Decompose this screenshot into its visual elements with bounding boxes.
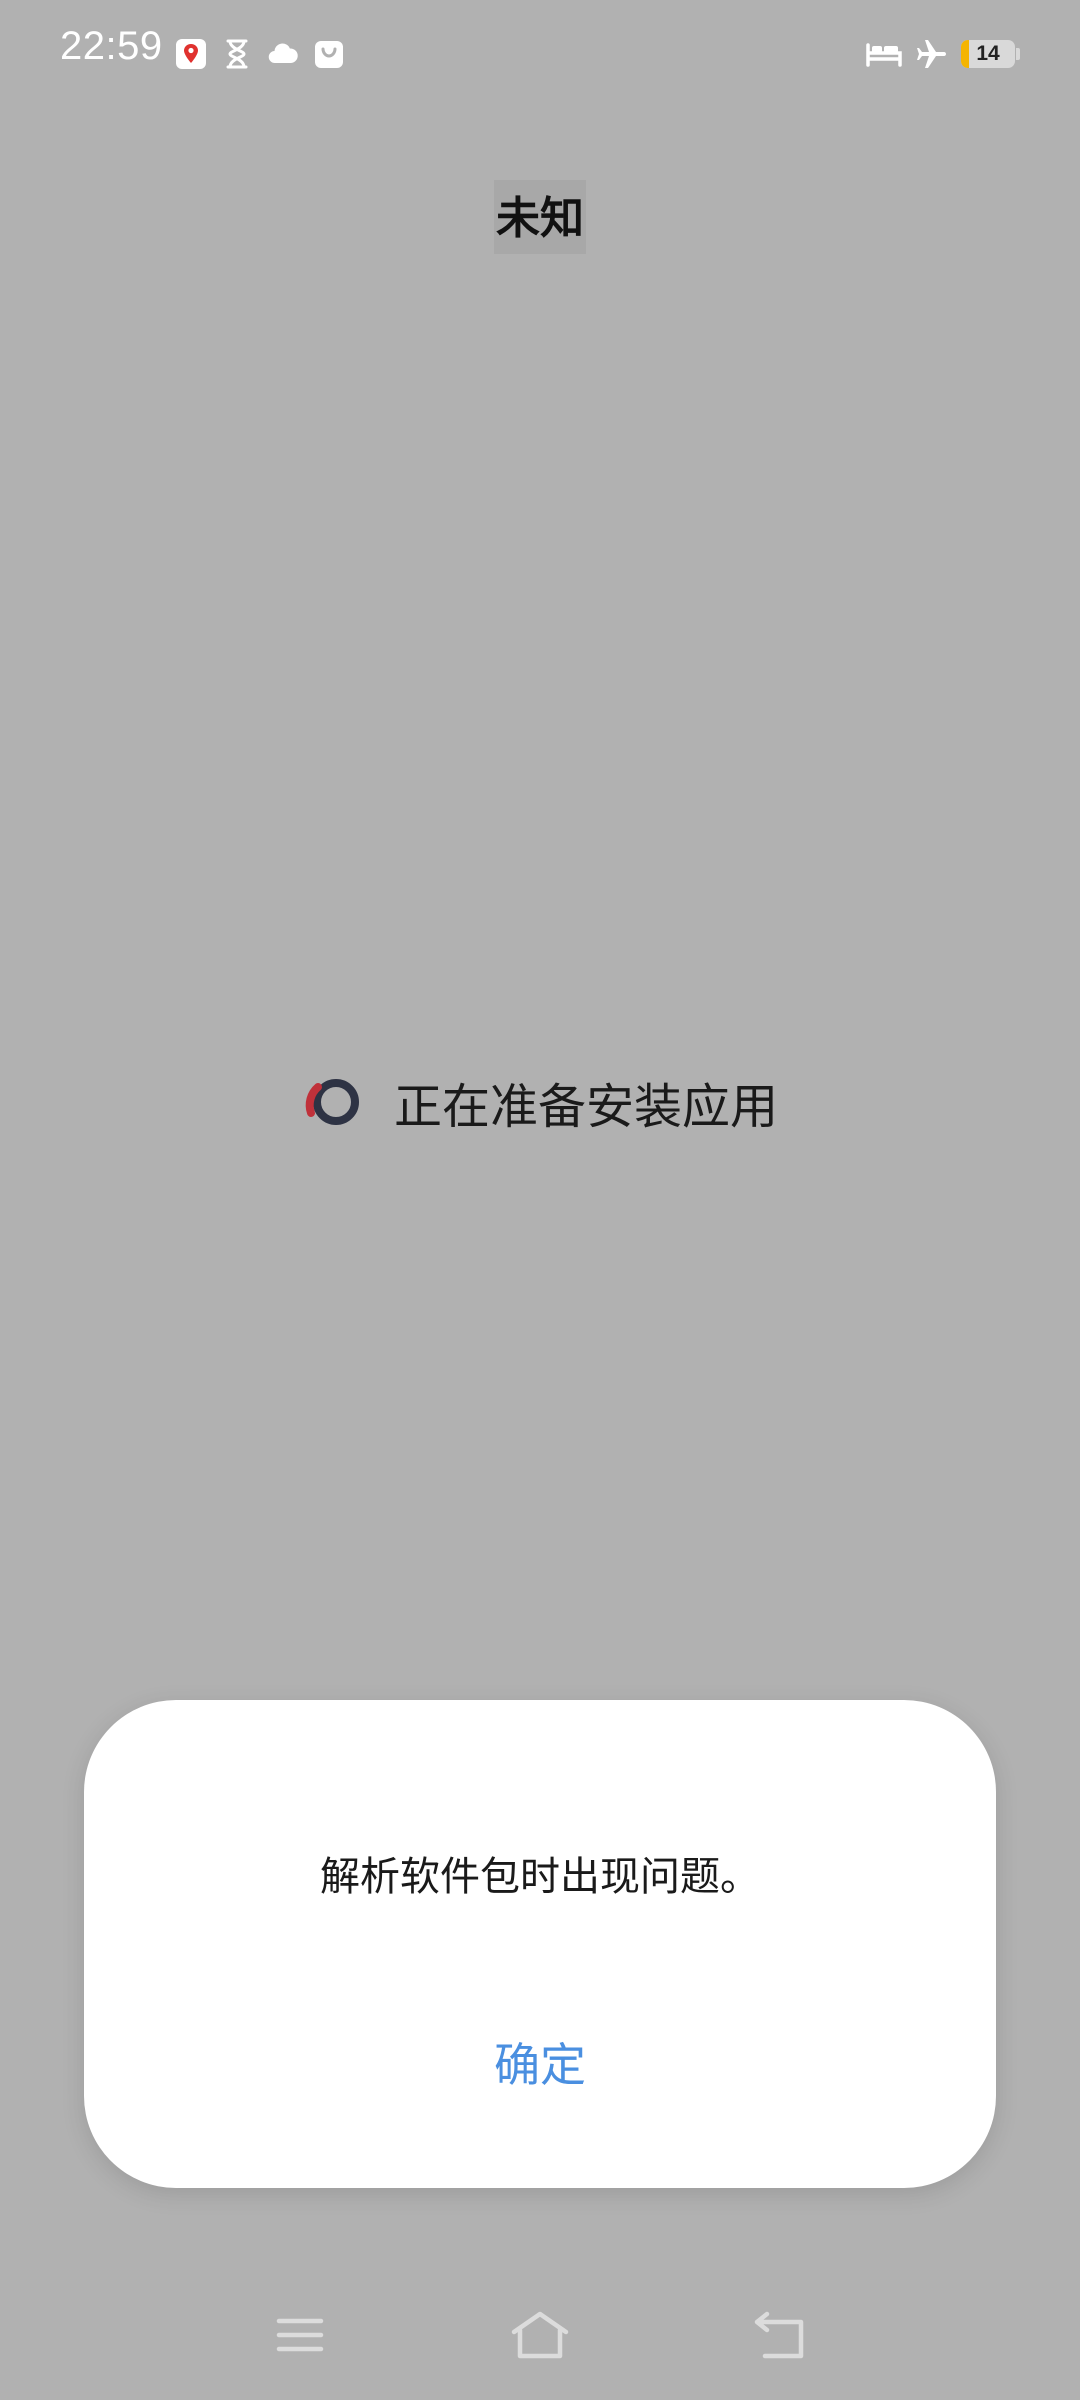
back-button[interactable]: [745, 2300, 815, 2370]
app-title-container: 未知: [0, 180, 1080, 254]
navigation-bar: [0, 2290, 1080, 2380]
airplane-mode-icon: [917, 40, 946, 68]
battery-cap: [1016, 48, 1020, 60]
home-button[interactable]: [505, 2300, 575, 2370]
progress-text: 正在准备安装应用: [393, 1079, 778, 1135]
app-title: 未知: [494, 180, 586, 254]
maps-pin-icon: [176, 39, 206, 69]
battery-level-fill: [961, 40, 969, 68]
shopping-bag-icon: [315, 41, 343, 68]
status-notification-icons: [174, 34, 346, 74]
install-progress: 正在准备安装应用: [0, 1070, 1080, 1135]
menu-button[interactable]: [265, 2300, 335, 2370]
dialog-message: 解析软件包时出现问题。: [320, 1854, 760, 1900]
battery-level-text: 14: [976, 42, 1000, 65]
home-icon: [511, 2311, 569, 2359]
error-dialog: 解析软件包时出现问题。 确定: [84, 1700, 996, 2188]
status-bar: 22:59 14: [0, 0, 1080, 110]
loading-spinner-icon: [305, 1079, 359, 1125]
confirm-button[interactable]: 确定: [440, 2020, 640, 2110]
bed-icon: [866, 43, 902, 67]
back-icon: [754, 2311, 804, 2359]
battery-indicator: 14: [961, 40, 1020, 68]
menu-icon: [276, 2318, 324, 2352]
battery-icon: 14: [961, 40, 1015, 68]
hourglass-icon: [226, 39, 248, 69]
cloud-icon: [268, 43, 298, 64]
status-system-icons: 14: [865, 34, 1020, 74]
status-time: 22:59: [60, 24, 163, 68]
